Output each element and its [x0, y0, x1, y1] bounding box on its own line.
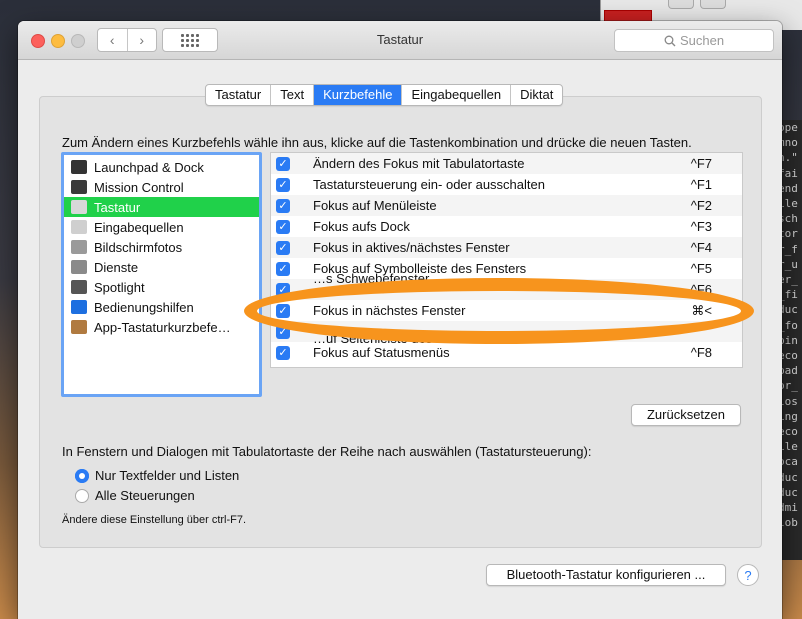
sidebar-item[interactable]: Bedienungshilfen: [64, 297, 259, 317]
shortcut-key[interactable]: ^F7: [691, 156, 712, 171]
launchpad-icon: [71, 160, 87, 174]
sidebar-item[interactable]: Mission Control: [64, 177, 259, 197]
shortcut-label: Fokus auf Statusmenüs: [313, 345, 450, 360]
shortcut-label: Fokus aufs Dock: [313, 219, 410, 234]
shortcut-row[interactable]: ✓ …uf Seitenleiste des Fensters: [271, 321, 742, 346]
radio-all-controls[interactable]: Alle Steuerungen: [75, 488, 195, 503]
shortcut-key[interactable]: ^F1: [691, 177, 712, 192]
shortcut-key[interactable]: ^F8: [691, 345, 712, 360]
bluetooth-keyboard-button[interactable]: Bluetooth-Tastatur konfigurieren ...: [486, 564, 726, 586]
category-list[interactable]: Launchpad & Dock Mission Control Tastatur E…: [61, 152, 262, 397]
spotlight-icon: [71, 280, 87, 294]
sidebar-item[interactable]: Tastatur: [64, 197, 259, 217]
tab-navigation-label: In Fenstern und Dialogen mit Tabulatorta…: [62, 444, 592, 459]
shortcut-label: Fokus in aktives/nächstes Fenster: [313, 240, 510, 255]
radio-label: Alle Steuerungen: [95, 488, 195, 503]
reset-button[interactable]: Zurücksetzen: [631, 404, 741, 426]
checkbox-checked[interactable]: ✓: [276, 282, 290, 297]
tab-eingabequellen[interactable]: Eingabequellen: [401, 85, 510, 105]
checkbox-checked[interactable]: ✓: [276, 324, 290, 339]
shortcut-list[interactable]: ✓ Ändern des Fokus mit Tabulatortaste ^F7 ✓…: [270, 152, 743, 368]
shortcut-row[interactable]: ✓ Fokus auf Menüleiste ^F2: [271, 195, 742, 216]
tab-text[interactable]: Text: [270, 85, 313, 105]
keyboard-icon: [71, 200, 87, 214]
shortcut-key[interactable]: ^F6: [691, 282, 712, 297]
shortcut-label: Tastatursteuerung ein- oder ausschalten: [313, 177, 545, 192]
help-button[interactable]: ?: [737, 564, 759, 586]
sidebar-item-label: Bedienungshilfen: [94, 299, 194, 315]
instruction-text: Zum Ändern eines Kurzbefehls wähle ihn a…: [62, 135, 692, 150]
checkbox-checked[interactable]: ✓: [276, 156, 290, 171]
tab-tastatur[interactable]: Tastatur: [206, 85, 270, 105]
shortcut-row[interactable]: ✓ Tastatursteuerung ein- oder ausschalten…: [271, 174, 742, 195]
mission-control-icon: [71, 180, 87, 194]
shortcut-key[interactable]: ^F5: [691, 261, 712, 276]
tab-bar: Tastatur Text Kurzbefehle Eingabequellen Dik…: [205, 84, 564, 106]
sidebar-item-label: Eingabequellen: [94, 219, 184, 235]
tab-diktat[interactable]: Diktat: [510, 85, 562, 105]
shortcut-label: Ändern des Fokus mit Tabulatortaste: [313, 156, 525, 171]
sidebar-item-label: Tastatur: [94, 199, 141, 215]
shortcut-row[interactable]: ✓ Fokus auf Statusmenüs ^F8: [271, 342, 742, 363]
shortcut-label: Fokus auf Menüleiste: [313, 198, 437, 213]
screenshot-icon: [71, 240, 87, 254]
shortcut-key[interactable]: ^F2: [691, 198, 712, 213]
sidebar-item-label: App-Tastaturkurzbefe…: [94, 319, 231, 335]
checkbox-checked[interactable]: ✓: [276, 240, 290, 255]
checkbox-checked[interactable]: ✓: [276, 345, 290, 360]
gear-icon: [71, 260, 87, 274]
checkbox-checked[interactable]: ✓: [276, 303, 290, 318]
input-sources-icon: [71, 220, 87, 234]
radio-button-selected[interactable]: [75, 468, 89, 483]
shortcut-key[interactable]: ^F4: [691, 240, 712, 255]
sidebar-item[interactable]: App-Tastaturkurzbefe…: [64, 317, 259, 337]
checkbox-checked[interactable]: ✓: [276, 198, 290, 213]
background-button: [668, 0, 694, 9]
title-bar: ‹ › Tastatur Suchen: [18, 21, 782, 60]
search-placeholder: Suchen: [679, 33, 725, 48]
search-icon: [664, 35, 676, 46]
checkbox-checked[interactable]: ✓: [276, 261, 290, 276]
sidebar-item[interactable]: Launchpad & Dock: [64, 157, 259, 177]
sidebar-item-label: Mission Control: [94, 179, 184, 195]
sidebar-item[interactable]: Spotlight: [64, 277, 259, 297]
help-icon: ?: [744, 567, 752, 583]
sidebar-item-label: Spotlight: [94, 279, 145, 295]
checkbox-checked[interactable]: ✓: [276, 177, 290, 192]
sidebar-item[interactable]: Eingabequellen: [64, 217, 259, 237]
sidebar-item[interactable]: Bildschirmfotos: [64, 237, 259, 257]
search-field[interactable]: Suchen: [614, 29, 774, 52]
shortcut-row[interactable]: ✓ Fokus in aktives/nächstes Fenster ^F4: [271, 237, 742, 258]
shortcut-row[interactable]: ✓ Fokus in nächstes Fenster ⌘<: [271, 300, 742, 321]
shortcut-label: …s Schwebefenster: [313, 271, 430, 286]
app-shortcuts-icon: [71, 320, 87, 334]
radio-button[interactable]: [75, 488, 89, 503]
shortcut-label: Fokus in nächstes Fenster: [313, 303, 466, 318]
hint-text: Ändere diese Einstellung über ctrl-F7.: [62, 514, 247, 526]
sidebar-item-label: Launchpad & Dock: [94, 159, 204, 175]
sidebar-item[interactable]: Dienste: [64, 257, 259, 277]
background-button: [700, 0, 726, 9]
accessibility-icon: [71, 300, 87, 314]
shortcut-key[interactable]: ^F3: [691, 219, 712, 234]
tab-kurzbefehle[interactable]: Kurzbefehle: [313, 85, 402, 105]
sidebar-item-label: Bildschirmfotos: [94, 239, 183, 255]
shortcut-key[interactable]: ⌘<: [691, 303, 712, 319]
checkbox-checked[interactable]: ✓: [276, 219, 290, 234]
radio-label: Nur Textfelder und Listen: [95, 468, 240, 483]
shortcut-row[interactable]: ✓ Ändern des Fokus mit Tabulatortaste ^F7: [271, 153, 742, 174]
preferences-window: ‹ › Tastatur Suchen Tastatur Text Kurzbefe…: [18, 21, 782, 619]
sidebar-item-label: Dienste: [94, 259, 139, 275]
shortcut-row[interactable]: ✓ …s Schwebefenster ^F6: [271, 271, 742, 300]
radio-text-fields[interactable]: Nur Textfelder und Listen: [75, 468, 239, 483]
shortcut-row[interactable]: ✓ Fokus aufs Dock ^F3: [271, 216, 742, 237]
